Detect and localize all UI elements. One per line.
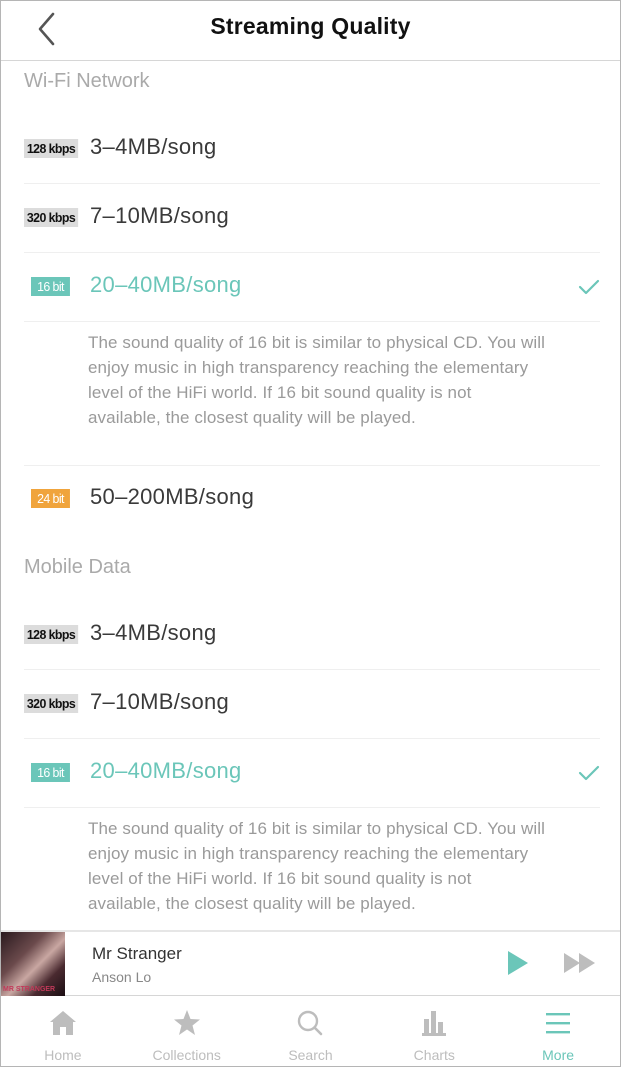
- section-label-wifi: Wi-Fi Network: [24, 70, 150, 92]
- quality-description-wifi: The sound quality of 16 bit is similar t…: [88, 333, 546, 427]
- quality-size: 3–4MB/song: [90, 620, 217, 645]
- quality-size: 7–10MB/song: [90, 203, 230, 228]
- menu-icon: [546, 1013, 571, 1034]
- divider: [24, 321, 600, 322]
- quality-badge: 128 kbps: [24, 625, 79, 644]
- album-art[interactable]: MR STRANGER: [1, 932, 65, 996]
- album-art-text: MR STRANGER: [3, 986, 56, 993]
- quality-description-mobile: The sound quality of 16 bit is similar t…: [88, 819, 546, 913]
- tab-label: Collections: [152, 1047, 221, 1063]
- checkmark-icon: [578, 279, 600, 295]
- quality-option-mobile-16bit[interactable]: 16 bit 20–40MB/song: [24, 740, 600, 808]
- quality-badge: 320 kbps: [24, 208, 79, 227]
- search-icon: [298, 1010, 323, 1036]
- quality-option-wifi-128kbps[interactable]: 128 kbps 3–4MB/song: [24, 116, 600, 184]
- star-icon: [173, 1010, 200, 1035]
- tab-label: Charts: [413, 1047, 455, 1063]
- divider: [24, 669, 600, 670]
- quality-size: 3–4MB/song: [90, 134, 217, 159]
- quality-option-wifi-16bit[interactable]: 16 bit 20–40MB/song: [24, 254, 600, 322]
- bottom-tab-bar: Home Collections Search Charts More: [1, 997, 620, 1066]
- page-title: Streaming Quality: [210, 13, 411, 39]
- quality-size: 20–40MB/song: [90, 272, 242, 297]
- quality-size: 7–10MB/song: [90, 689, 230, 714]
- track-title: Mr Stranger: [92, 944, 182, 963]
- tab-label: Home: [44, 1047, 82, 1063]
- quality-option-mobile-320kbps[interactable]: 320 kbps 7–10MB/song: [24, 671, 600, 739]
- divider: [24, 738, 600, 739]
- checkmark-icon: [578, 765, 600, 781]
- tab-label: Search: [288, 1047, 333, 1063]
- navigation-header: Streaming Quality: [1, 1, 620, 61]
- quality-size: 50–200MB/song: [90, 484, 255, 509]
- track-artist: Anson Lo: [92, 969, 152, 985]
- next-track-button[interactable]: [563, 951, 597, 975]
- mini-player[interactable]: MR STRANGER Mr Stranger Anson Lo: [1, 930, 620, 996]
- quality-option-wifi-24bit[interactable]: 24 bit 50–200MB/song: [24, 466, 600, 534]
- settings-list[interactable]: Wi-Fi Network 128 kbps 3–4MB/song 320 kb…: [1, 62, 620, 930]
- quality-badge: 16 bit: [31, 763, 70, 782]
- divider: [24, 807, 600, 808]
- play-icon: [508, 951, 528, 975]
- quality-badge: 24 bit: [31, 489, 70, 508]
- tab-more[interactable]: More: [496, 997, 620, 1066]
- divider: [24, 183, 600, 184]
- quality-option-mobile-128kbps[interactable]: 128 kbps 3–4MB/song: [24, 602, 600, 670]
- quality-badge: 320 kbps: [24, 694, 79, 713]
- fast-forward-icon: [564, 953, 595, 973]
- quality-option-wifi-320kbps[interactable]: 320 kbps 7–10MB/song: [24, 185, 600, 253]
- tab-charts[interactable]: Charts: [372, 997, 496, 1066]
- tab-collections[interactable]: Collections: [125, 997, 249, 1066]
- tab-home[interactable]: Home: [1, 997, 125, 1066]
- divider: [24, 252, 600, 253]
- tab-label: More: [542, 1047, 575, 1063]
- play-button[interactable]: [506, 950, 530, 976]
- quality-badge: 16 bit: [31, 277, 70, 296]
- quality-size: 20–40MB/song: [90, 758, 242, 783]
- bar-chart-icon: [422, 1011, 447, 1036]
- home-icon: [49, 1011, 76, 1035]
- tab-search[interactable]: Search: [249, 997, 373, 1066]
- quality-badge: 128 kbps: [24, 139, 79, 158]
- section-label-mobile-data: Mobile Data: [24, 556, 131, 578]
